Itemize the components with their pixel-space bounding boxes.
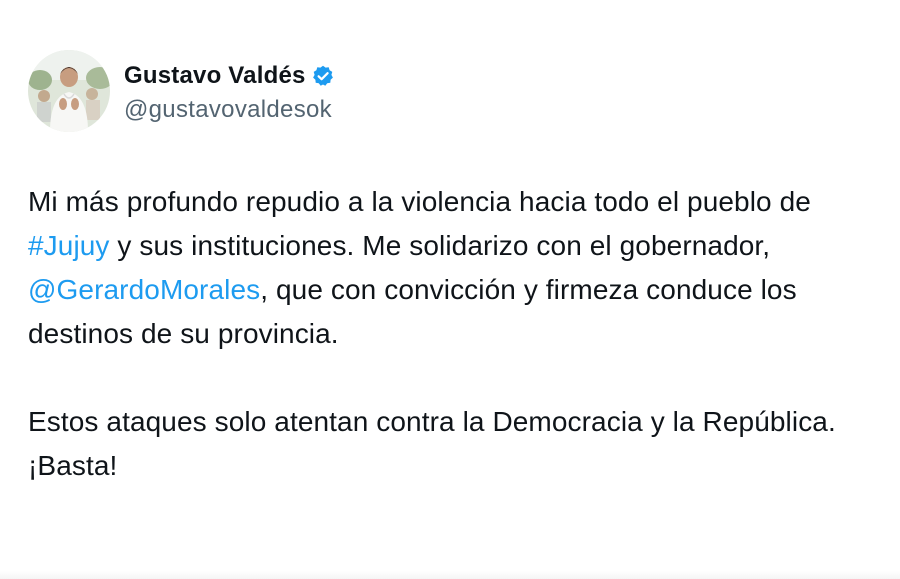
author-handle[interactable]: @gustavovaldesok bbox=[124, 96, 334, 124]
display-name[interactable]: Gustavo Valdés bbox=[124, 62, 306, 90]
tweet-header: Gustavo Valdés @gustavovaldesok bbox=[28, 50, 334, 132]
mention-link[interactable]: @GerardoMorales bbox=[28, 274, 260, 305]
text-segment: Mi más profundo repudio a la violencia h… bbox=[28, 186, 811, 217]
avatar[interactable] bbox=[28, 50, 110, 132]
hashtag-link[interactable]: #Jujuy bbox=[28, 230, 110, 261]
text-segment: y sus instituciones. Me solidarizo con e… bbox=[109, 230, 771, 261]
bottom-divider bbox=[0, 571, 900, 579]
name-row: Gustavo Valdés bbox=[124, 58, 334, 94]
tweet-paragraph-1: Mi más profundo repudio a la violencia h… bbox=[28, 180, 878, 356]
avatar-image bbox=[28, 50, 110, 132]
tweet-paragraph-2: Estos ataques solo atentan contra la Dem… bbox=[28, 406, 836, 481]
tweet-text: Mi más profundo repudio a la violencia h… bbox=[28, 180, 878, 488]
author-names: Gustavo Valdés @gustavovaldesok bbox=[124, 58, 334, 124]
verified-badge-icon bbox=[312, 65, 334, 87]
tweet-card: Gustavo Valdés @gustavovaldesok Mi más p… bbox=[0, 0, 900, 579]
